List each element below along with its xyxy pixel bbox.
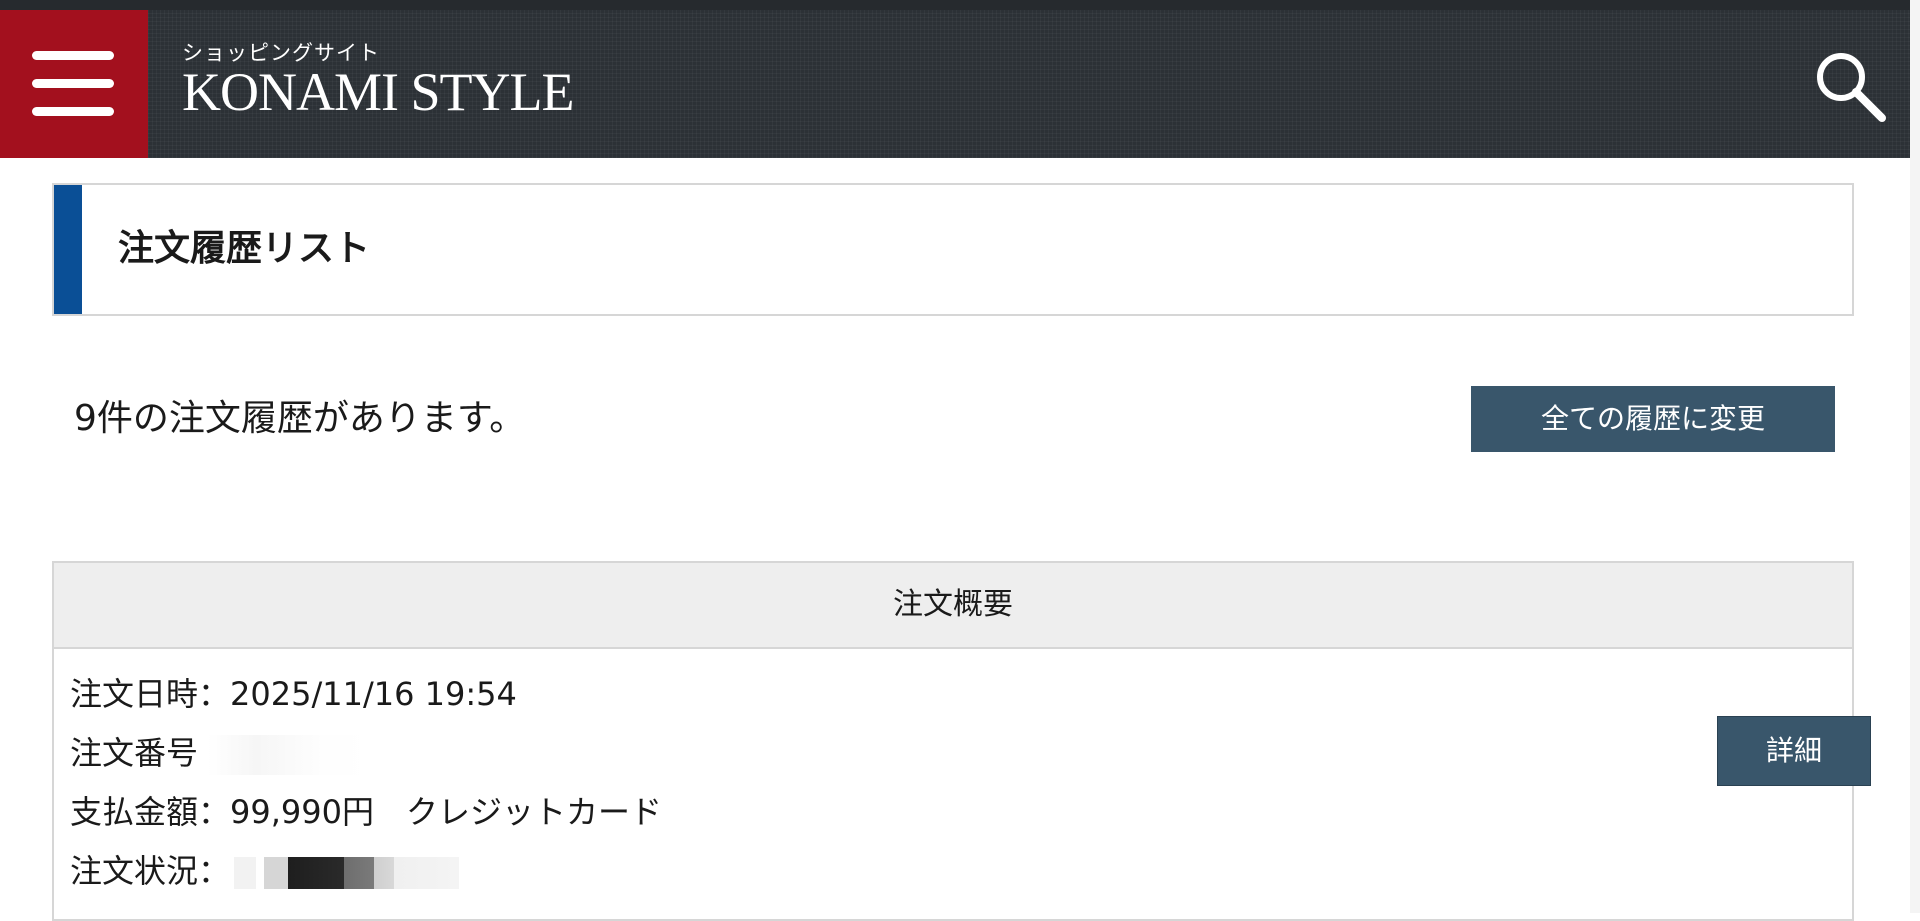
order-details: 注文日時：2025/11/16 19:54 注文番号 支払金額：99,990円 … [70,665,662,901]
logo-subtitle: ショッピングサイト [182,41,380,65]
site-header: ショッピングサイト KONAMI STYLE [0,0,1910,158]
title-accent-bar [54,185,82,314]
order-date-row: 注文日時：2025/11/16 19:54 [70,665,662,724]
order-detail-button[interactable]: 詳細 [1717,716,1871,786]
payment-amount-value: 99,990円 [230,793,375,831]
order-number-label: 注文番号 [70,734,199,772]
search-icon [1817,53,1886,122]
summary-header: 注文概要 [54,563,1852,649]
payment-amount-label: 支払金額 [70,793,199,831]
header-top-strip [0,0,1910,10]
separator: ： [198,852,231,890]
order-count-text: 9件の注文履歴があります。 [74,398,526,439]
order-date-value: 2025/11/16 19:54 [230,675,517,713]
redacted-order-number [208,735,369,775]
order-number-row: 注文番号 [70,724,662,783]
order-status-label: 注文状況 [70,852,199,890]
payment-amount-row: 支払金額：99,990円 クレジットカード [70,783,662,842]
hamburger-menu-button[interactable] [0,10,148,158]
page-title-box: 注文履歴リスト [52,183,1854,316]
site-logo[interactable]: ショッピングサイト KONAMI STYLE [182,41,574,122]
separator: ： [198,675,231,713]
scrollbar-gutter[interactable] [1910,0,1920,913]
logo-title: KONAMI STYLE [182,62,574,122]
search-button[interactable] [1810,46,1890,126]
redacted-order-status [234,857,460,889]
order-status-row: 注文状況： [70,842,662,901]
page-title: 注文履歴リスト [118,228,371,269]
payment-method: クレジットカード [406,793,663,831]
separator: ： [198,793,231,831]
order-summary-table: 注文概要 注文日時：2025/11/16 19:54 注文番号 支払金額：99,… [52,561,1871,921]
order-date-label: 注文日時 [70,675,199,713]
show-all-history-button[interactable]: 全ての履歴に変更 [1471,386,1835,452]
